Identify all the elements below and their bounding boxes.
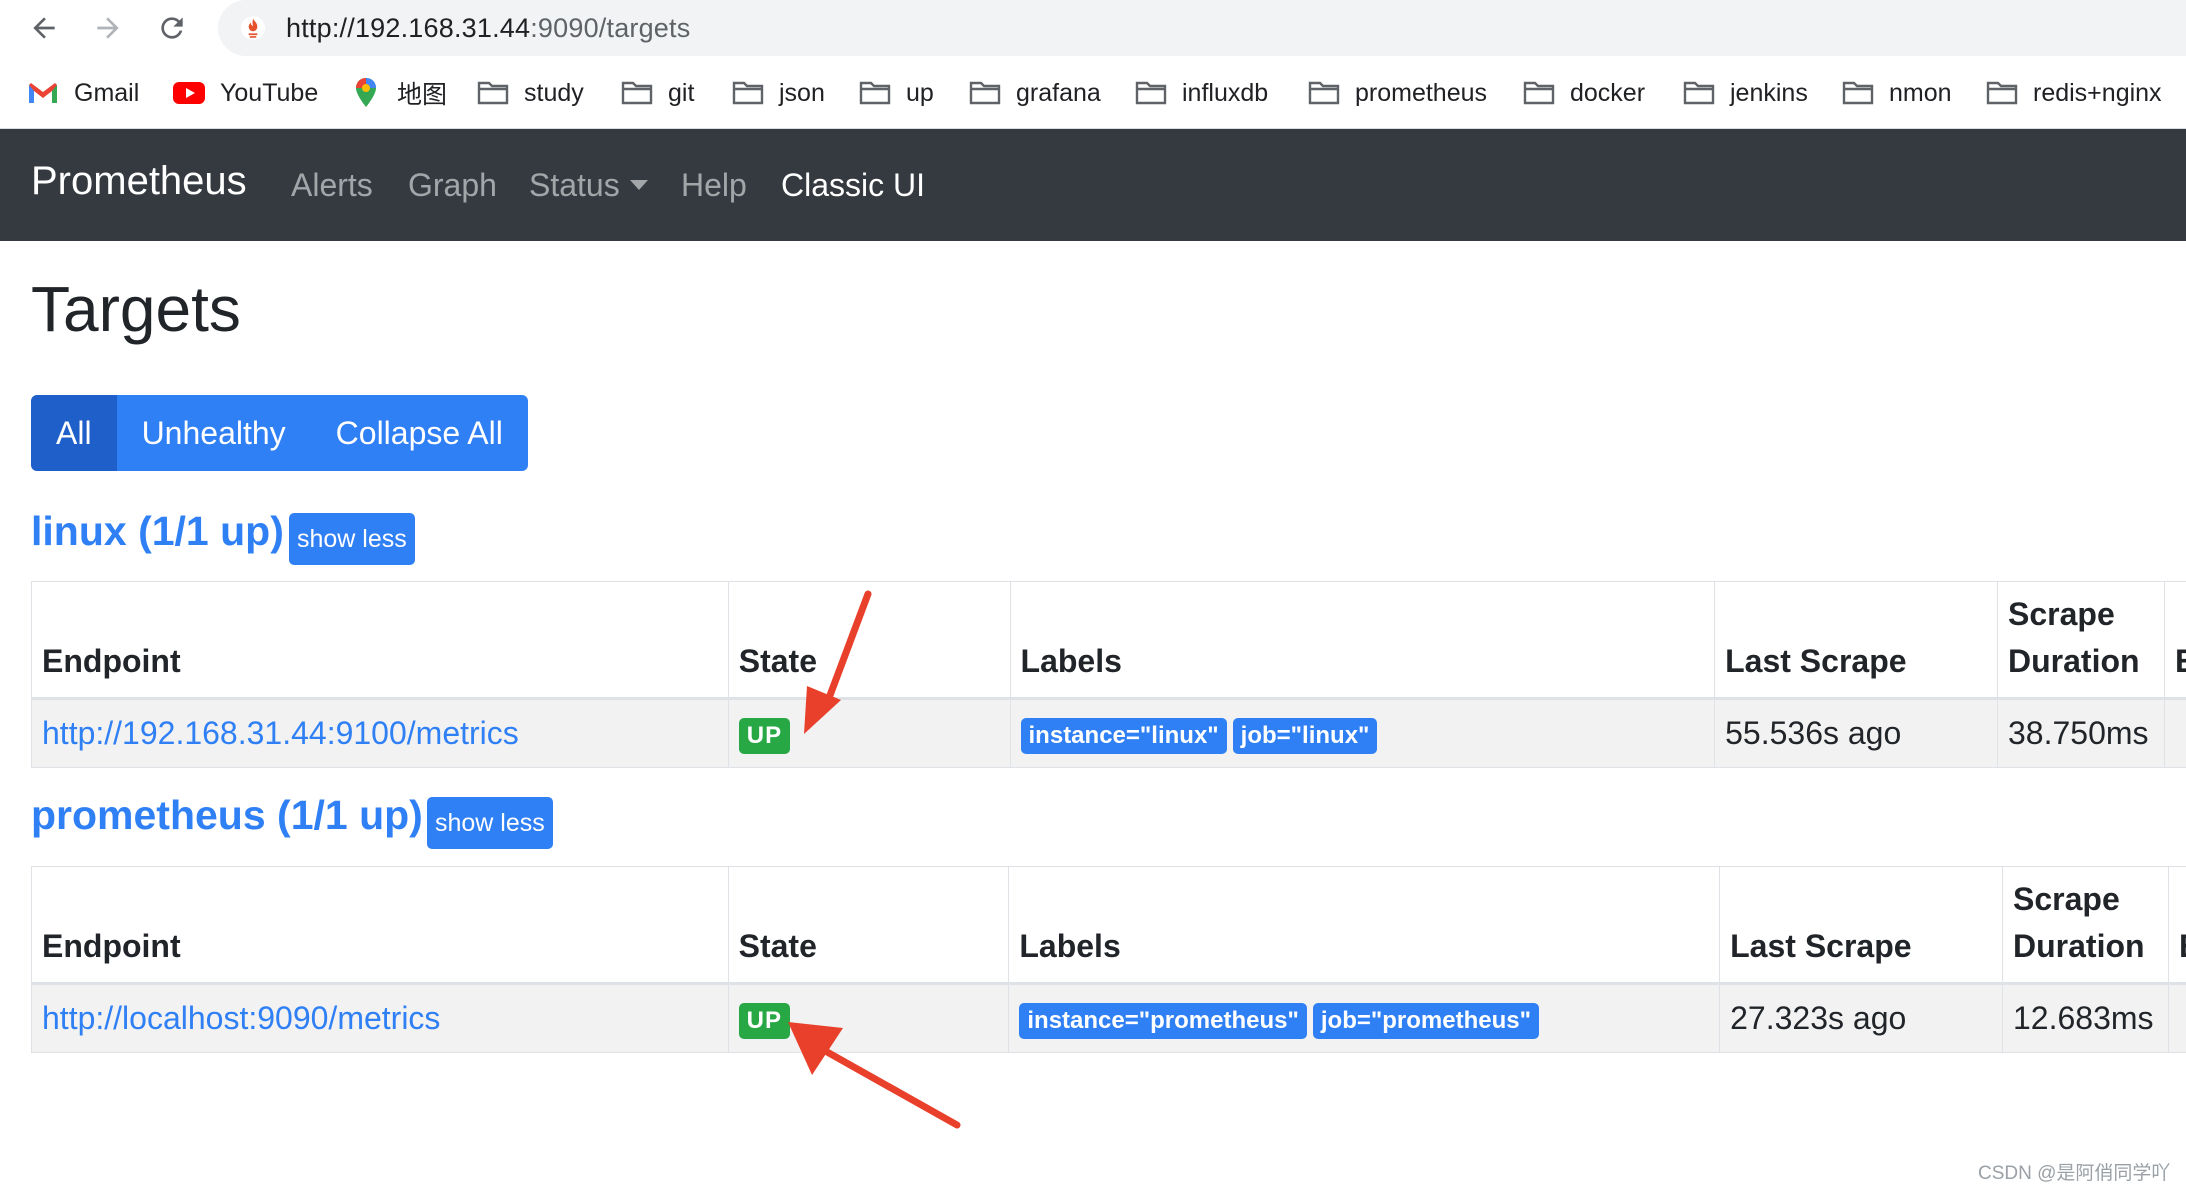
target-filter-group: All Unhealthy Collapse All [31,395,528,471]
reload-button[interactable] [152,8,192,48]
app-navbar: Prometheus Alerts Graph Status Help Clas… [0,129,2186,241]
nav-alerts[interactable]: Alerts [291,167,373,204]
col-header-endpoint: Endpoint [31,581,729,700]
label-badge-instance: instance="linux" [1020,717,1227,754]
folder-icon [1134,78,1168,108]
last-scrape-cell: 27.323s ago [1719,983,2003,1053]
folder-icon [1522,78,1556,108]
bookmark-up[interactable]: up [858,76,934,110]
endpoint-link[interactable]: http://localhost:9090/metrics [42,1000,440,1036]
bookmark-grafana[interactable]: grafana [968,76,1101,110]
table-row: http://192.168.31.44:9100/metrics UP ins… [31,698,2186,768]
folder-icon [620,78,654,108]
col-header-labels: Labels [1009,581,1716,700]
col-header-scrape-duration: Scrape Duration [2002,866,2169,985]
label-badge-instance: instance="prometheus" [1019,1002,1307,1039]
show-less-button-prometheus[interactable]: show less [427,797,553,849]
col-header-state: State [727,866,1010,985]
last-scrape-cell: 55.536s ago [1714,698,1998,768]
brand-link[interactable]: Prometheus [31,159,247,204]
nav-status-dropdown[interactable]: Status [529,167,648,204]
table-header-row: Endpoint State Labels Last Scrape Scrape… [31,581,2186,700]
state-cell: UP [727,983,1010,1053]
prometheus-favicon-icon [238,13,268,43]
bookmark-influxdb[interactable]: influxdb [1134,76,1268,110]
error-cell [2167,983,2186,1053]
folder-icon [1682,78,1716,108]
scrape-duration-cell: 12.683ms [2002,983,2169,1053]
arrow-right-icon [97,17,119,39]
youtube-icon [172,78,206,108]
job-title-linux[interactable]: linux (1/1 up) [31,508,284,555]
bookmark-nmon[interactable]: nmon [1841,76,1952,110]
bookmark-study[interactable]: study [476,76,584,110]
label-badge-job: job="prometheus" [1312,1002,1539,1039]
col-header-labels: Labels [1008,866,1721,985]
reload-icon [161,17,183,39]
url-text: http://192.168.31.44:9090/targets [286,12,691,43]
col-header-state: State [727,581,1011,700]
state-cell: UP [727,698,1011,768]
browser-toolbar: http://192.168.31.44:9090/targets [0,0,2186,56]
gmail-icon [26,78,60,108]
bookmark-git[interactable]: git [620,76,694,110]
scrape-duration-cell: 38.750ms [1997,698,2165,768]
labels-cell: instance="linux" job="linux" [1009,698,1716,768]
bookmark-docker[interactable]: docker [1522,76,1645,110]
folder-icon [1841,78,1875,108]
bookmark-gmail[interactable]: Gmail [26,76,139,110]
col-header-scrape-duration: Scrape Duration [1997,581,2165,700]
table-header-row: Endpoint State Labels Last Scrape Scrape… [31,866,2186,985]
endpoint-cell: http://localhost:9090/metrics [31,983,729,1053]
endpoint-cell: http://192.168.31.44:9100/metrics [31,698,729,768]
labels-cell: instance="prometheus" job="prometheus" [1008,983,1721,1053]
watermark-text: CSDN @是阿俏同学吖 [1978,1163,2171,1184]
page-title: Targets [31,273,241,345]
job-title-prometheus[interactable]: prometheus (1/1 up) [31,792,423,839]
filter-unhealthy-button[interactable]: Unhealthy [116,395,311,471]
folder-icon [968,78,1002,108]
bookmark-prometheus[interactable]: prometheus [1307,76,1487,110]
folder-icon [1307,78,1341,108]
col-header-last-scrape: Last Scrape [1719,866,2003,985]
nav-classic-ui[interactable]: Classic UI [781,167,925,204]
maps-pin-icon [349,78,383,108]
error-cell [2163,698,2186,768]
filter-all-button[interactable]: All [31,395,117,471]
bookmark-maps[interactable]: 地图 [349,76,447,110]
folder-icon [731,78,765,108]
col-header-error: E [2163,581,2186,700]
state-badge: UP [738,1002,790,1039]
col-header-endpoint: Endpoint [31,866,729,985]
bookmark-youtube[interactable]: YouTube [172,76,318,110]
state-badge: UP [738,717,791,754]
folder-icon [1985,78,2019,108]
col-header-error: E [2167,866,2186,985]
nav-help[interactable]: Help [681,167,747,204]
col-header-last-scrape: Last Scrape [1714,581,1998,700]
nav-graph[interactable]: Graph [408,167,497,204]
collapse-all-button[interactable]: Collapse All [310,395,528,471]
targets-table-linux: Endpoint State Labels Last Scrape Scrape… [31,581,2186,768]
label-badge-job: job="linux" [1232,717,1378,754]
table-row: http://localhost:9090/metrics UP instanc… [31,983,2186,1053]
bookmarks-bar: Gmail YouTube 地图 study git json up grafa… [0,56,2186,129]
forward-button[interactable] [88,8,128,48]
folder-icon [858,78,892,108]
show-less-button-linux[interactable]: show less [289,513,415,565]
folder-icon [476,78,510,108]
caret-down-icon [629,179,648,190]
targets-table-prometheus: Endpoint State Labels Last Scrape Scrape… [31,866,2186,1053]
back-button[interactable] [24,8,64,48]
nav-status-label: Status [529,167,620,203]
address-bar[interactable]: http://192.168.31.44:9090/targets [218,0,2186,56]
arrow-left-icon [33,17,55,39]
endpoint-link[interactable]: http://192.168.31.44:9100/metrics [42,715,519,751]
bookmark-json[interactable]: json [731,76,825,110]
bookmark-redis-nginx[interactable]: redis+nginx [1985,76,2162,110]
bookmark-jenkins[interactable]: jenkins [1682,76,1808,110]
